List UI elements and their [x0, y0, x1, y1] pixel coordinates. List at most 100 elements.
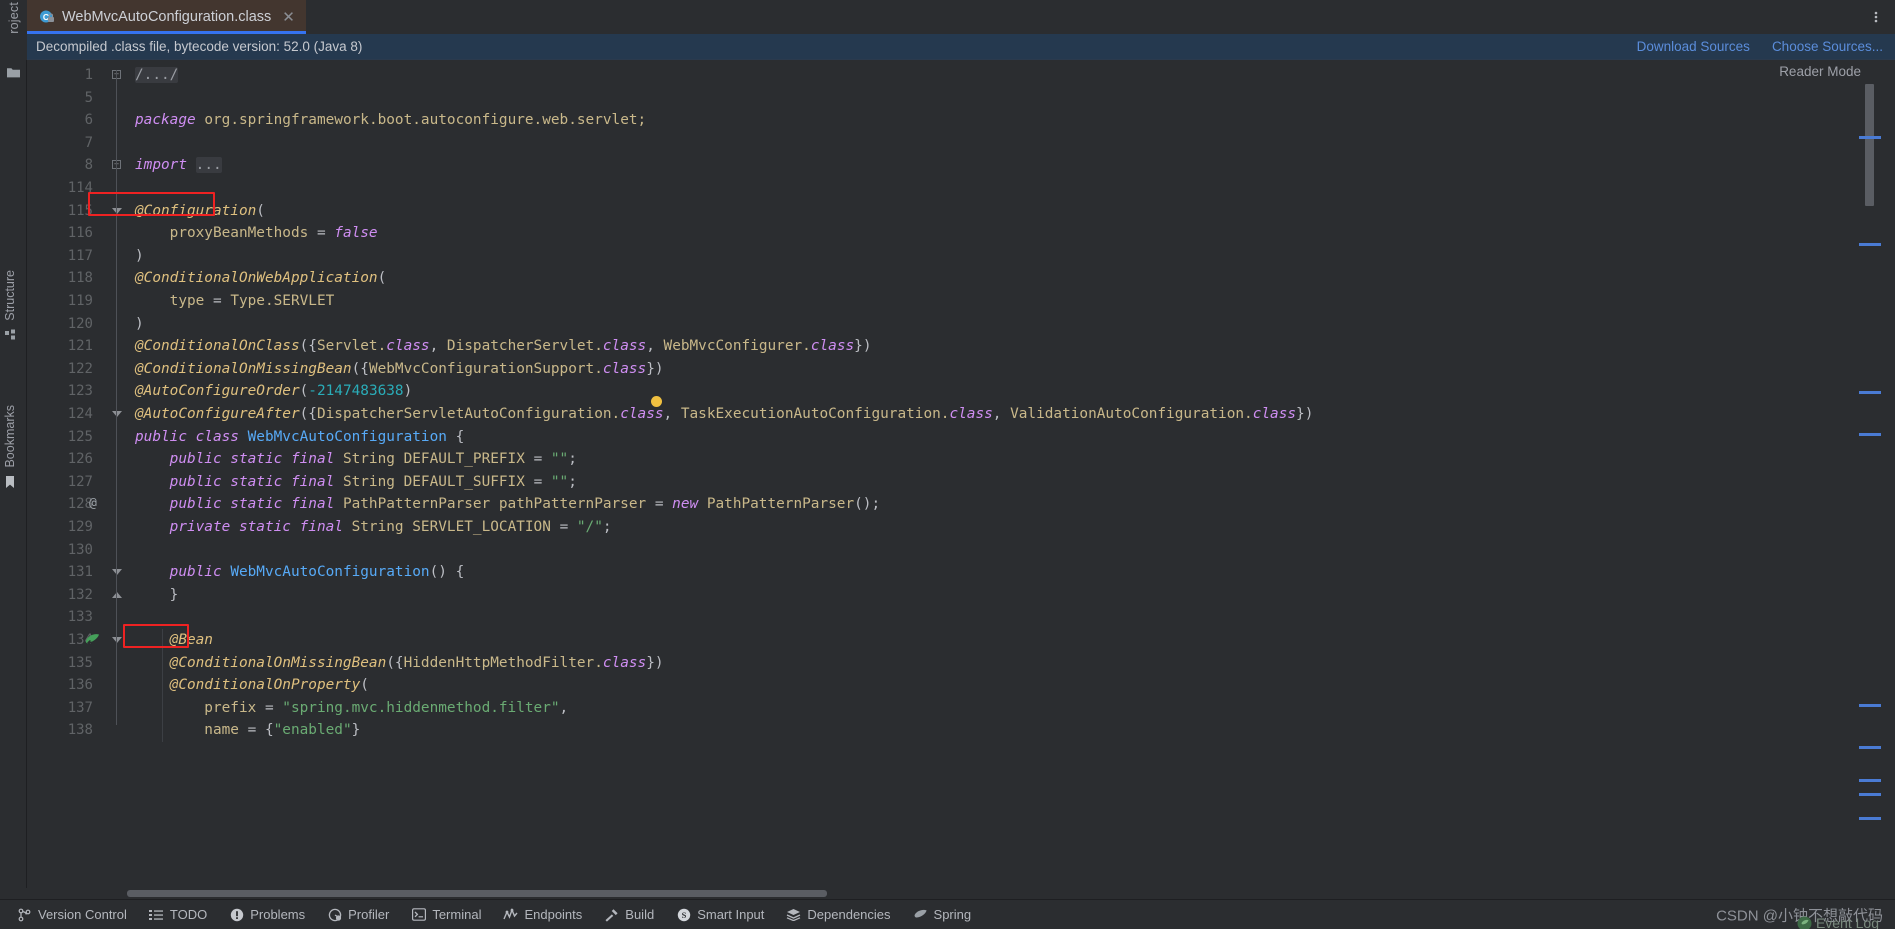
analysis-marker[interactable]: [1859, 704, 1881, 707]
code-line[interactable]: }: [135, 584, 1715, 607]
code-line[interactable]: [135, 606, 1715, 629]
analysis-marker[interactable]: [1859, 779, 1881, 782]
status-item-smart-input[interactable]: S Smart Input: [665, 900, 775, 929]
horizontal-scrollbar[interactable]: [0, 888, 1895, 899]
code-token: ): [135, 247, 144, 264]
analysis-marker[interactable]: [1859, 817, 1881, 820]
project-folder-icon[interactable]: [6, 66, 21, 79]
analysis-marker[interactable]: [1859, 433, 1881, 436]
analysis-marker[interactable]: [1859, 391, 1881, 394]
code-line[interactable]: public WebMvcAutoConfiguration() {: [135, 561, 1715, 584]
status-item-profiler[interactable]: Profiler: [316, 900, 400, 929]
close-icon[interactable]: ✕: [278, 10, 295, 25]
status-item-todo[interactable]: TODO: [138, 900, 218, 929]
code-token: class: [810, 338, 855, 355]
code-line[interactable]: @ConditionalOnClass({Servlet.class, Disp…: [135, 335, 1715, 358]
fold-guide-line: [116, 70, 117, 726]
code-line[interactable]: [135, 177, 1715, 200]
code-token: ;: [602, 519, 612, 535]
structure-icon: [4, 328, 17, 341]
line-number: 127: [67, 473, 93, 490]
code-line[interactable]: @AutoConfigureAfter({DispatcherServletAu…: [135, 403, 1715, 426]
code-line[interactable]: @AutoConfigureOrder(-2147483638): [135, 380, 1715, 403]
code-line[interactable]: ): [135, 245, 1715, 268]
status-item-spring[interactable]: Spring: [902, 900, 983, 929]
annotation-gutter-marker[interactable]: @: [89, 493, 97, 516]
code-line[interactable]: @Configuration(: [135, 200, 1715, 223]
idea-window: Project C WebMvcAutoConfiguration.class …: [0, 0, 1895, 929]
code-line[interactable]: [135, 87, 1715, 110]
fold-collapse-icon[interactable]: [112, 569, 122, 576]
code-token: String: [342, 451, 404, 468]
code-line[interactable]: @ConditionalOnWebApplication(: [135, 267, 1715, 290]
code-line[interactable]: public static final String DEFAULT_PREFI…: [135, 448, 1715, 471]
line-number: 130: [67, 541, 93, 558]
code-line[interactable]: type = Type.SERVLET: [135, 290, 1715, 313]
code-line[interactable]: public static final String DEFAULT_SUFFI…: [135, 471, 1715, 494]
code-content[interactable]: /.../ package org.springframework.boot.au…: [127, 60, 1715, 888]
hscroll-thumb[interactable]: [127, 890, 827, 897]
analysis-marker[interactable]: [1859, 793, 1881, 796]
code-token: WebMvcAutoConfiguration: [247, 428, 447, 445]
code-token: ,: [646, 338, 664, 355]
code-line[interactable]: package org.springframework.boot.autocon…: [135, 109, 1715, 132]
code-token: }): [854, 338, 872, 355]
code-token: ,: [663, 406, 681, 422]
fold-collapse-icon[interactable]: [112, 207, 122, 214]
reader-mode-label[interactable]: Reader Mode: [1779, 64, 1861, 79]
code-token: pathPatternParser: [498, 496, 655, 513]
fold-collapse-icon[interactable]: [112, 411, 122, 417]
code-token: () {: [429, 564, 465, 581]
code-editor[interactable]: 1+5678+114115116117118119120121122123124…: [27, 60, 1715, 888]
line-number: 129: [67, 519, 93, 535]
analysis-marker[interactable]: [1859, 243, 1881, 246]
layers-icon: [786, 907, 801, 922]
status-item-build[interactable]: Build: [593, 900, 665, 929]
code-line[interactable]: [135, 132, 1715, 155]
code-token: ({: [299, 338, 317, 355]
code-line[interactable]: private static final String SERVLET_LOCA…: [135, 516, 1715, 539]
vertical-scrollbar-thumb[interactable]: [1865, 84, 1874, 206]
editor-gutter[interactable]: 1+5678+114115116117118119120121122123124…: [27, 60, 127, 888]
status-item-terminal[interactable]: Terminal: [400, 900, 492, 929]
code-line[interactable]: @ConditionalOnProperty(: [135, 674, 1715, 697]
code-token: (: [299, 383, 309, 400]
analysis-marker[interactable]: [1859, 136, 1881, 139]
code-token: @ConditionalOnClass: [135, 338, 300, 355]
code-token: =: [654, 496, 673, 513]
code-line[interactable]: [135, 539, 1715, 562]
code-line[interactable]: proxyBeanMethods = false: [135, 222, 1715, 245]
analysis-marker[interactable]: [1859, 746, 1881, 749]
code-line[interactable]: public static final PathPatternParser pa…: [135, 493, 1715, 516]
sidebar-item-structure[interactable]: Structure: [3, 270, 17, 341]
code-line[interactable]: /.../: [135, 64, 1715, 87]
sidebar-item-bookmarks[interactable]: Bookmarks: [3, 405, 17, 489]
fold-collapse-icon[interactable]: [112, 637, 122, 643]
status-item-problems[interactable]: Problems: [218, 900, 316, 929]
fold-end-icon[interactable]: [112, 591, 122, 598]
more-vertical-icon[interactable]: [1863, 0, 1889, 34]
spring-bean-gutter-icon[interactable]: [85, 633, 100, 648]
tab-webmvcautoconfiguration[interactable]: C WebMvcAutoConfiguration.class ✕: [27, 0, 306, 34]
sidebar-item-project-label[interactable]: Project: [7, 2, 21, 34]
code-line[interactable]: name = {"enabled"}: [135, 719, 1715, 742]
code-line[interactable]: public class WebMvcAutoConfiguration {: [135, 426, 1715, 449]
choose-sources-link[interactable]: Choose Sources...: [1772, 39, 1883, 54]
code-line[interactable]: ): [135, 313, 1715, 336]
code-token: }): [646, 360, 664, 377]
event-log-indicator[interactable]: Event Log: [1797, 915, 1879, 929]
code-token: package: [135, 112, 196, 129]
download-sources-link[interactable]: Download Sources: [1637, 39, 1750, 54]
status-item-dependencies[interactable]: Dependencies: [775, 900, 901, 929]
code-line[interactable]: prefix = "spring.mvc.hiddenmethod.filter…: [135, 697, 1715, 720]
code-line[interactable]: @ConditionalOnMissingBean({HiddenHttpMet…: [135, 652, 1715, 675]
code-line[interactable]: import ...: [135, 154, 1715, 177]
status-item-endpoints[interactable]: Endpoints: [492, 900, 593, 929]
status-item-version-control[interactable]: Version Control: [6, 900, 138, 929]
code-token: private static final: [169, 519, 352, 535]
code-line[interactable]: @Bean: [135, 629, 1715, 652]
code-line[interactable]: @ConditionalOnMissingBean({WebMvcConfigu…: [135, 358, 1715, 381]
hscroll-track[interactable]: [127, 888, 1895, 899]
